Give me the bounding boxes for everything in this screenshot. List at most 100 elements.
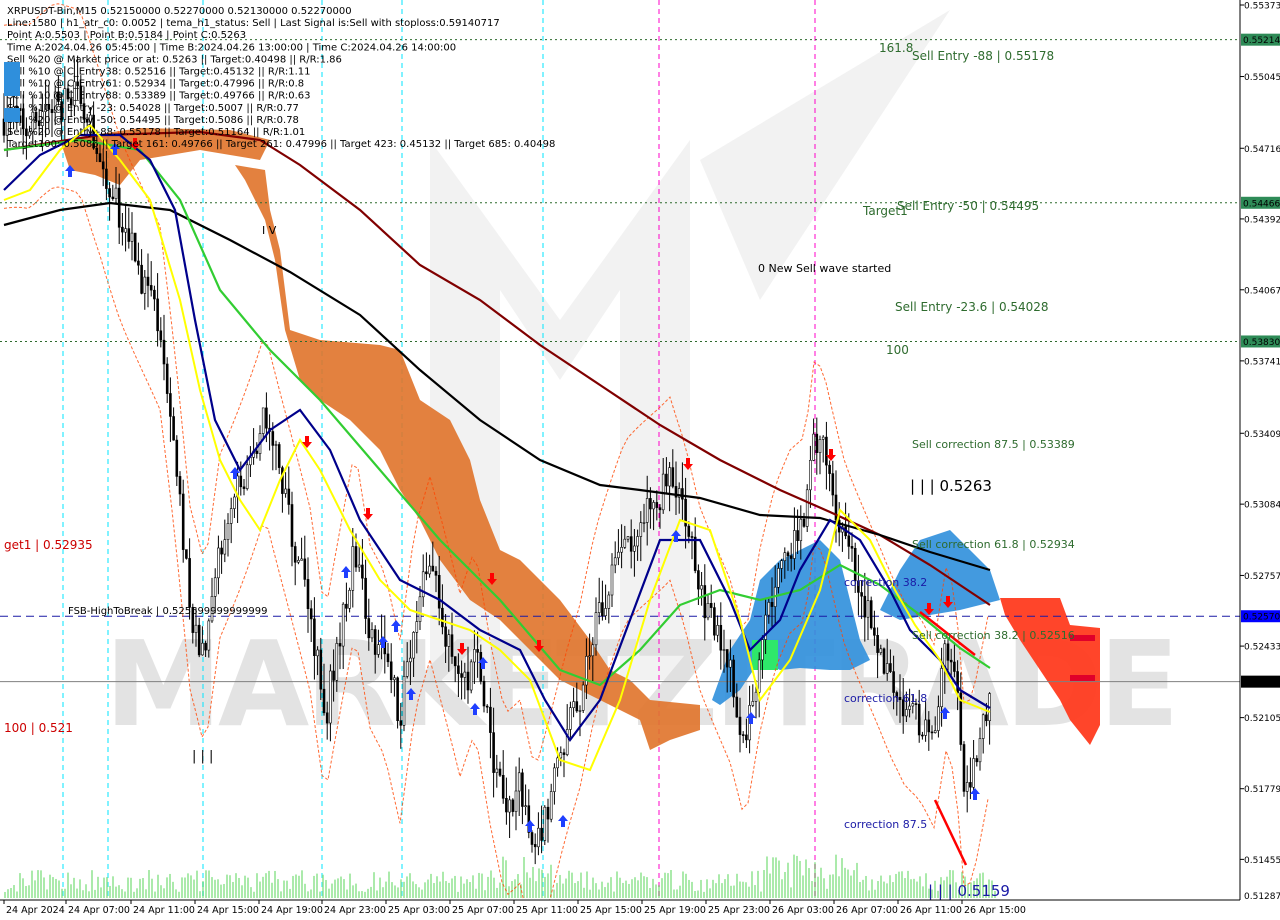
volume-bar [37,870,39,898]
volume-bar [85,884,87,898]
candle-body [316,649,319,657]
header-info-line: Line:1580 | h1_atr_c0: 0.0052 | tema_h1_… [7,18,500,29]
candle-body [917,703,921,736]
volume-bar [313,875,315,898]
volume-bar [892,882,894,898]
volume-bar [724,879,726,898]
candle-body [485,705,489,708]
candle-body [501,774,505,799]
volume-bar [487,876,489,898]
candle-body [453,656,457,667]
volume-bar [100,887,102,898]
volume-bar [610,877,612,898]
volume-bar [178,891,180,898]
volume-bar [25,886,27,898]
candle-body [354,546,358,568]
candle-body [745,734,748,741]
candle-body [885,663,889,674]
volume-bar [319,891,321,898]
candle-body [761,639,764,661]
candle-body [636,536,639,547]
candle-body [940,668,943,708]
candle-body [597,602,601,613]
y-tick-label: 0.54392 [1244,215,1280,225]
candle-body [905,709,908,717]
volume-bar [139,878,141,898]
candle-body [409,657,412,663]
header-info-line: Sell %20 @ Entry -50: 0.54495 || Target:… [7,115,299,126]
volume-bar [445,881,447,898]
x-tick-label: 24 Apr 19:00 [261,905,323,916]
volume-bar [298,875,300,898]
fib-100-label: 100 [886,343,909,357]
volume-bar [880,875,882,898]
volume-bar [454,875,456,898]
sell-entry-50-label: Sell Entry -50 | 0.54495 [897,199,1039,213]
volume-bar [643,876,645,898]
candle-body [146,276,150,286]
volume-bar [235,873,237,898]
candle-body [981,714,985,739]
buy-signal-arrow-icon [558,815,568,827]
buy-signal-arrow-icon [970,788,980,800]
candle-body [226,523,230,541]
candle-body [521,772,524,807]
volume-bar [328,888,330,898]
candle-body [287,488,291,505]
volume-bar [886,883,888,898]
header-info-line: XRPUSDT-Bin,M15 0.52150000 0.52270000 0.… [7,6,352,17]
volume-bar [244,875,246,898]
candle-body [213,577,217,597]
y-tick-label: 0.51779 [1244,785,1280,795]
candle-body [108,188,111,198]
volume-bar [217,879,219,898]
candle-body [623,538,627,548]
candle-body [399,720,403,726]
candle-body [876,634,879,653]
volume-bar [787,862,789,898]
volume-bar [889,875,891,898]
price-tag-label: 0.53830 [1243,338,1280,348]
candle-body [290,504,294,547]
volume-bar [607,882,609,898]
volume-bar [475,888,477,898]
candle-body [239,475,243,488]
candle-body [543,806,547,841]
volume-bar [223,883,225,898]
wave-marker-label: | | | [192,749,213,764]
volume-bar [61,888,63,898]
candle-body [610,564,614,596]
candle-body [860,592,863,597]
volume-bar [922,886,924,898]
price-tag-label: 0.54466 [1243,199,1280,209]
volume-bar [595,883,597,898]
volume-bar [757,870,759,898]
volume-bar [562,883,564,898]
candle-body [245,464,249,489]
volume-bar [661,878,663,898]
header-info-line: Target100: 0.5086 || Target 161: 0.49766… [6,139,555,150]
candle-body [716,624,719,636]
volume-bar [913,878,915,898]
volume-bar [631,879,633,898]
candle-body [530,832,534,845]
candle-body [338,643,342,647]
volume-bar [700,879,702,898]
candle-body [572,701,575,708]
candle-body [681,488,684,500]
volume-bar [268,870,270,898]
volume-bar [829,874,831,898]
header-info-line: Time A:2024.04.26 05:45:00 | Time B:2024… [6,42,456,53]
volume-bar [19,873,21,898]
candle-body [345,603,348,609]
y-axis-background [1240,0,1280,920]
volume-bar [430,873,432,898]
candle-body [825,436,828,466]
volume-bar [130,877,132,898]
candle-body [335,643,339,681]
volume-bar [280,891,282,898]
candle-body [402,675,406,726]
header-blue-marker [4,62,20,96]
candle-body [953,661,956,672]
volume-bar [499,882,501,898]
